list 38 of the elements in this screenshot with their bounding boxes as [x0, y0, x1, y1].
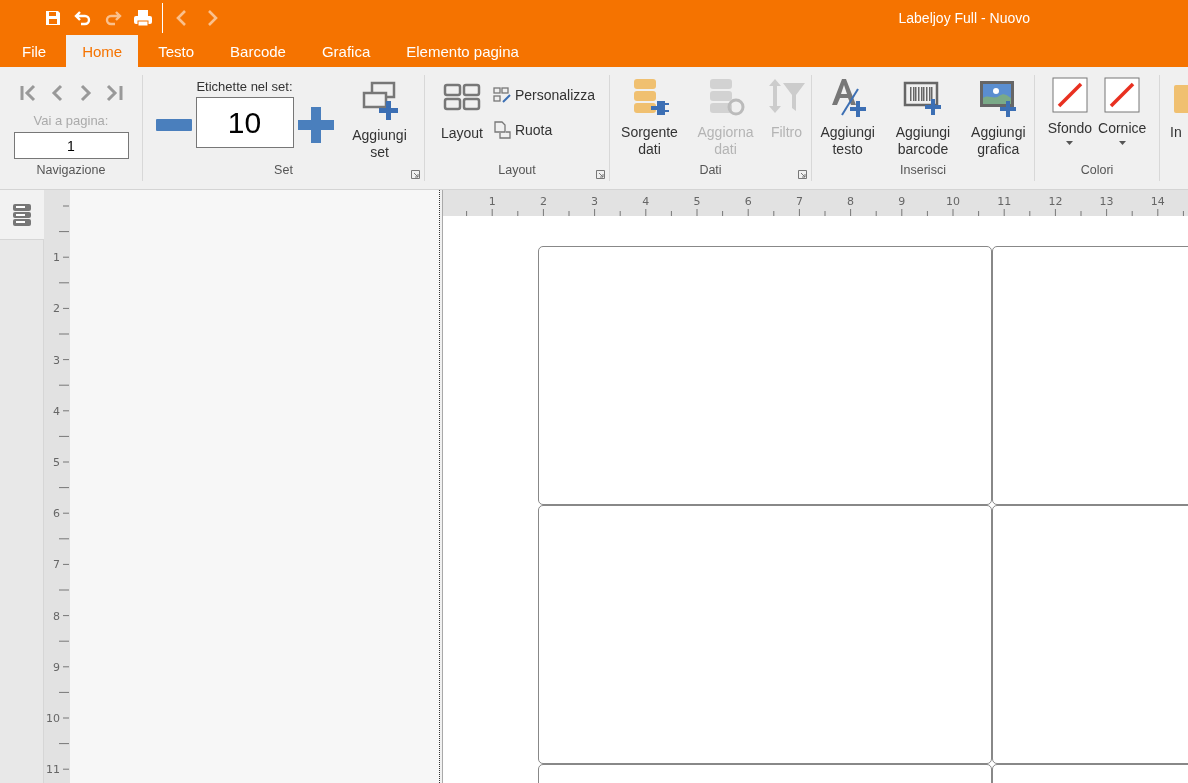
add-set-button[interactable]: Aggiungi set	[345, 79, 414, 163]
caret-icon	[1066, 141, 1074, 145]
labels-in-set-label: Etichette nel set:	[196, 79, 293, 94]
dialog-launcher-icon[interactable]	[411, 170, 420, 179]
plus-icon	[297, 107, 334, 143]
customize-button[interactable]: Personalizza	[492, 87, 596, 103]
group-label: Layout	[497, 163, 537, 179]
group-label: Navigazione	[35, 163, 107, 179]
color-button[interactable]: Cornice	[1096, 75, 1149, 151]
increase-button[interactable]	[295, 105, 336, 145]
grid-pencil-icon	[492, 87, 511, 103]
horizontal-ruler: 1 2 3 4 5 6 7 8 9 10 11 12 13 14	[443, 190, 1188, 216]
database-icon	[12, 202, 32, 227]
caret-icon	[1118, 141, 1126, 145]
color-button[interactable]: Sfondo	[1045, 75, 1095, 151]
dialog-launcher-icon[interactable]	[798, 170, 807, 179]
data-button[interactable]: Sorgente dati	[612, 75, 687, 160]
no-color-swatch-icon	[1104, 77, 1141, 113]
data-panel-tab[interactable]	[0, 190, 44, 240]
group-label: Colori	[1079, 163, 1115, 179]
group-label: Inserisci	[899, 163, 947, 179]
rotate-button[interactable]: Ruota	[492, 121, 596, 139]
insert-button[interactable]: Aggiungi grafica	[962, 75, 1034, 160]
insert-button[interactable]: Aggiungi barcode	[887, 75, 959, 160]
vertical-ruler: 1 2 3 4 5 6 7 8 9 10 11	[44, 190, 70, 783]
minus-icon	[155, 119, 192, 131]
dialog-launcher-icon[interactable]	[596, 170, 605, 179]
no-color-swatch-icon	[1051, 77, 1088, 113]
go-to-page-label: Vai a pagina:	[33, 113, 109, 128]
ribbon-button[interactable]: In	[1168, 75, 1188, 189]
insert-button[interactable]: Aggiungi testo	[812, 75, 884, 160]
group-label: Set	[273, 163, 294, 179]
rotate-page-icon	[492, 121, 511, 139]
group-label: Dati	[698, 163, 723, 179]
page-number-field[interactable]: 1	[13, 132, 129, 159]
window-title: Labeljoy Full - Nuovo	[898, 9, 1030, 26]
labels-count-field[interactable]: 10	[195, 97, 294, 148]
layout-button[interactable]: Layout	[438, 75, 485, 144]
